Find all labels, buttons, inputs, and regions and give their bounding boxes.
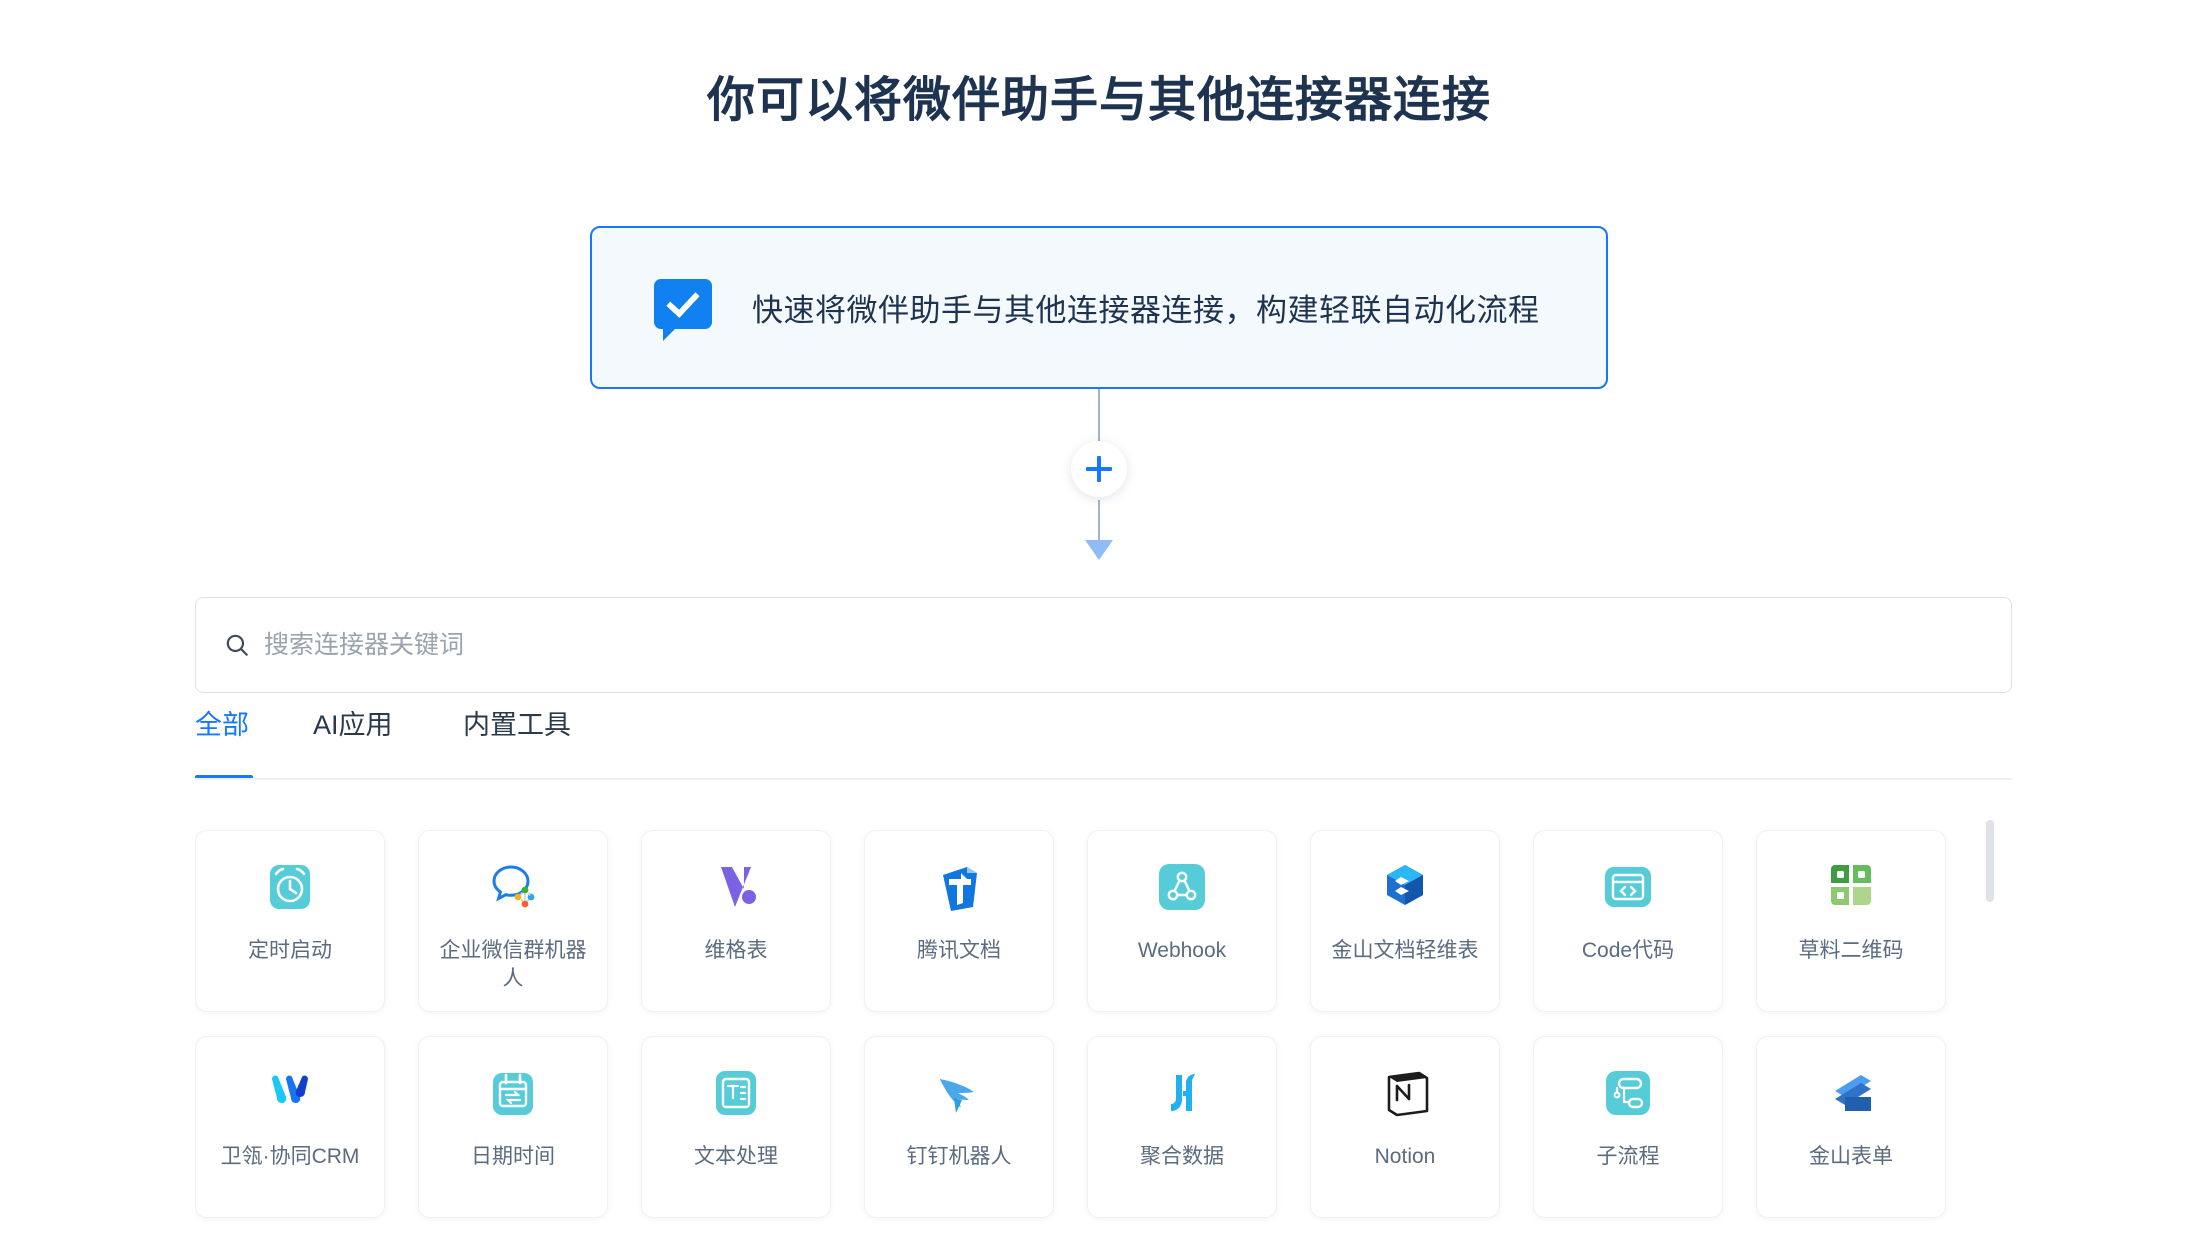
connector-card-label: 钉钉机器人 bbox=[906, 1145, 1012, 1168]
webhook-icon bbox=[1154, 859, 1210, 915]
dingtalk-robot-icon bbox=[931, 1065, 987, 1121]
connector-card[interactable]: 聚合数据 bbox=[1087, 1036, 1277, 1218]
connector-card[interactable]: Code代码 bbox=[1533, 830, 1723, 1012]
connector-card-label: 腾讯文档 bbox=[917, 939, 1001, 962]
connector-card-label: Webhook bbox=[1137, 939, 1227, 962]
search-box[interactable] bbox=[195, 597, 2012, 693]
connector-card[interactable]: 文本处理 bbox=[641, 1036, 831, 1218]
connector-card-label: Notion bbox=[1374, 1145, 1436, 1168]
connector-card[interactable]: 金山表单 bbox=[1756, 1036, 1946, 1218]
wecom-group-bot-icon bbox=[485, 859, 541, 915]
trigger-card-text: 快速将微伴助手与其他连接器连接，构建轻联自动化流程 bbox=[752, 293, 1540, 328]
search-icon bbox=[226, 634, 248, 656]
tencent-docs-icon bbox=[931, 859, 987, 915]
connector-card[interactable]: 金山文档轻维表 bbox=[1310, 830, 1500, 1012]
text-document-icon bbox=[708, 1065, 764, 1121]
notion-icon bbox=[1377, 1065, 1433, 1121]
trigger-card[interactable]: 快速将微伴助手与其他连接器连接，构建轻联自动化流程 bbox=[590, 226, 1608, 389]
kingsoft-sheet-icon bbox=[1377, 859, 1433, 915]
vika-icon bbox=[708, 859, 764, 915]
connector-card-label: 日期时间 bbox=[471, 1145, 555, 1168]
juhe-data-icon bbox=[1154, 1065, 1210, 1121]
connector-card[interactable]: 草料二维码 bbox=[1756, 830, 1946, 1012]
connector-line-bottom bbox=[1098, 500, 1100, 542]
connector-list-scrollbar[interactable] bbox=[1986, 820, 1994, 1250]
connector-grid: 定时启动 企业微信群机器人 维格表 腾讯文档 Webhook 金山文档轻维表 Code代码 草… bbox=[195, 830, 2012, 1218]
connector-card-label: Code代码 bbox=[1581, 939, 1675, 962]
connector-card[interactable]: 钉钉机器人 bbox=[864, 1036, 1054, 1218]
connector-card-label: 聚合数据 bbox=[1140, 1145, 1224, 1168]
connector-card-label: 金山表单 bbox=[1809, 1145, 1893, 1168]
connector-card-label: 子流程 bbox=[1596, 1145, 1660, 1168]
checkmark-bubble-icon bbox=[654, 278, 712, 341]
subflow-icon bbox=[1600, 1065, 1656, 1121]
page-title: 你可以将微伴助手与其他连接器连接 bbox=[706, 74, 1491, 127]
connector-grid-area: 定时启动 企业微信群机器人 维格表 腾讯文档 Webhook 金山文档轻维表 Code代码 草… bbox=[195, 830, 2012, 1250]
connector-card[interactable]: 腾讯文档 bbox=[864, 830, 1054, 1012]
connector-card-label: 企业微信群机器人 bbox=[439, 939, 587, 990]
connector-card-label: 卫瓴·协同CRM bbox=[220, 1145, 360, 1168]
add-step-button[interactable] bbox=[1071, 441, 1127, 497]
search-input[interactable] bbox=[264, 598, 1983, 692]
connector-arrow-icon bbox=[1085, 540, 1113, 560]
connector-picker-page: 你可以将微伴助手与其他连接器连接 快速将微伴助手与其他连接器连接，构建轻联自动化… bbox=[0, 0, 2198, 1250]
kingsoft-form-icon bbox=[1823, 1065, 1879, 1121]
code-icon bbox=[1600, 859, 1656, 915]
connector-line-top bbox=[1098, 389, 1100, 446]
scrollbar-thumb[interactable] bbox=[1986, 820, 1994, 902]
connector-card-label: 定时启动 bbox=[248, 939, 332, 962]
tabs-divider bbox=[195, 778, 2012, 780]
cli-qrcode-icon bbox=[1823, 859, 1879, 915]
connector-card[interactable]: Notion bbox=[1310, 1036, 1500, 1218]
connector-card[interactable]: 定时启动 bbox=[195, 830, 385, 1012]
connector-card[interactable]: 卫瓴·协同CRM bbox=[195, 1036, 385, 1218]
connector-card[interactable]: 企业微信群机器人 bbox=[418, 830, 608, 1012]
connector-card-label: 文本处理 bbox=[694, 1145, 778, 1168]
connector-card-label: 草料二维码 bbox=[1798, 939, 1904, 962]
connector-card[interactable]: Webhook bbox=[1087, 830, 1277, 1012]
tab-ai-apps[interactable]: AI应用 bbox=[313, 712, 393, 739]
connector-card[interactable]: 子流程 bbox=[1533, 1036, 1723, 1218]
tab-all[interactable]: 全部 bbox=[195, 712, 249, 739]
connector-card[interactable]: 日期时间 bbox=[418, 1036, 608, 1218]
connector-card-label: 金山文档轻维表 bbox=[1331, 939, 1479, 962]
tab-builtin-tools[interactable]: 内置工具 bbox=[463, 712, 571, 739]
connector-card-label: 维格表 bbox=[704, 939, 768, 962]
alarm-clock-icon bbox=[262, 859, 318, 915]
calendar-swap-icon bbox=[485, 1065, 541, 1121]
category-tabs: 全部 AI应用 内置工具 bbox=[195, 712, 2012, 780]
connector-card[interactable]: 维格表 bbox=[641, 830, 831, 1012]
weiling-crm-icon bbox=[262, 1065, 318, 1121]
